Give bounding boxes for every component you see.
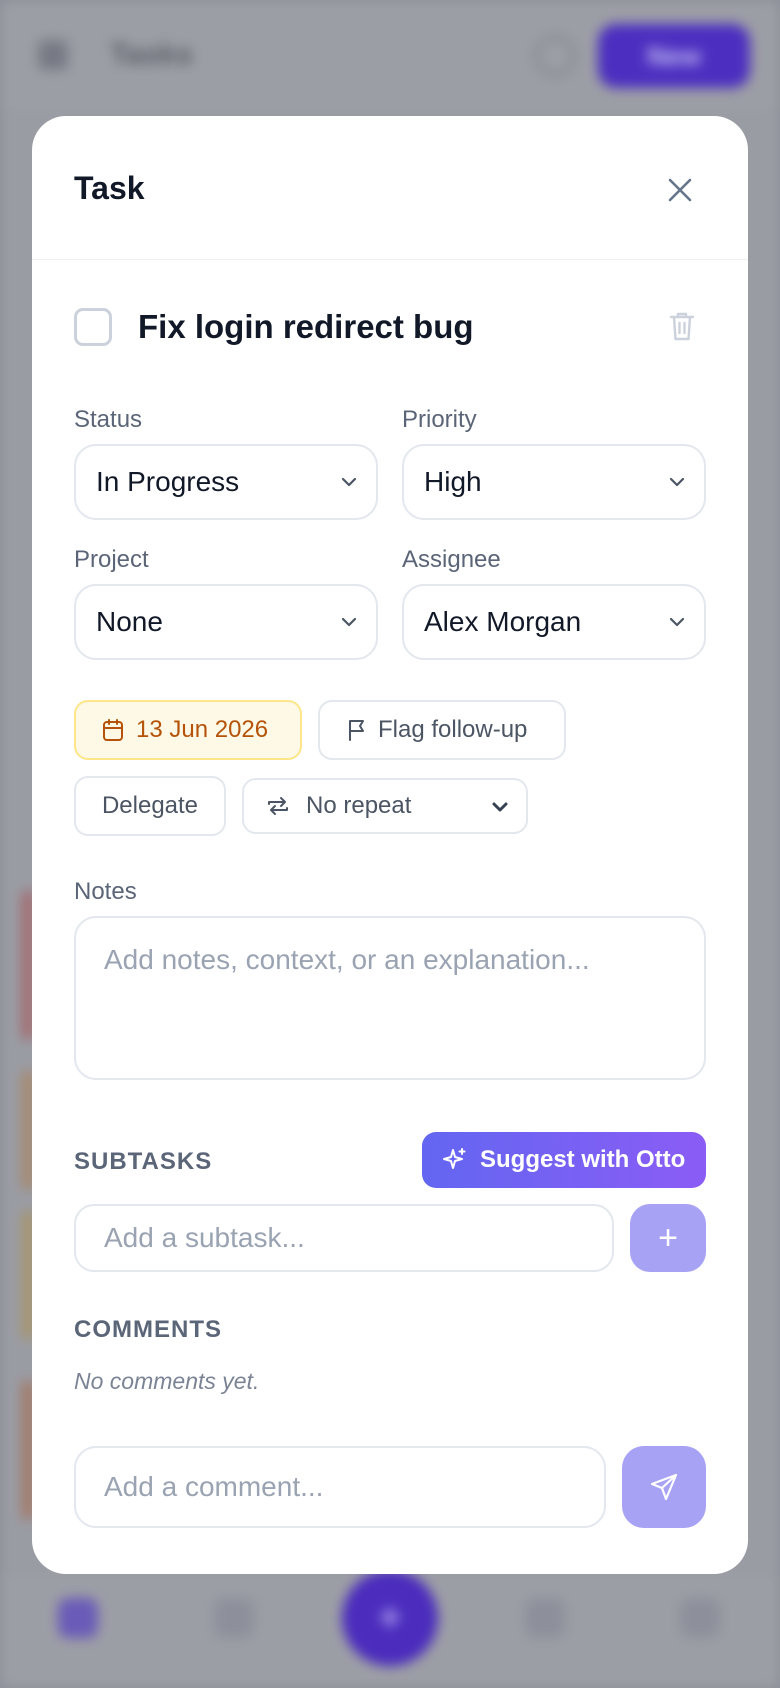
project-select[interactable]: None	[74, 584, 378, 660]
priority-label: Priority	[402, 406, 477, 433]
trash-icon	[669, 312, 695, 341]
chevron-down-icon	[341, 617, 357, 627]
project-label: Project	[74, 546, 149, 573]
task-name[interactable]: Fix login redirect bug	[138, 308, 474, 346]
chevron-down-icon	[492, 802, 508, 812]
status-label: Status	[74, 406, 143, 433]
notes-placeholder: Add notes, context, or an explanation...	[104, 944, 590, 975]
comment-placeholder: Add a comment...	[104, 1471, 324, 1502]
due-date-value: 13 Jun 2026	[136, 716, 269, 743]
menu-icon	[38, 40, 68, 70]
subtask-input[interactable]: Add a subtask...	[74, 1204, 614, 1272]
sparkle-icon	[443, 1148, 466, 1169]
delete-task-button[interactable]	[664, 306, 700, 346]
plus-icon: +	[658, 1218, 678, 1257]
task-modal: Task Fix login redirect bug Status Prior…	[32, 116, 748, 1574]
send-icon	[650, 1473, 678, 1501]
repeat-select[interactable]: No repeat	[242, 778, 528, 834]
new-task-label: New	[647, 40, 701, 71]
flag-icon	[349, 720, 364, 741]
notes-label: Notes	[74, 878, 137, 905]
assignee-label: Assignee	[402, 546, 501, 573]
notes-textarea[interactable]: Add notes, context, or an explanation...	[74, 916, 706, 1080]
close-icon	[668, 178, 692, 202]
calendar-icon	[103, 719, 123, 741]
background-title: Tasks	[110, 38, 193, 71]
chevron-down-icon	[669, 477, 685, 487]
flag-followup-label: Flag follow-up	[378, 716, 528, 743]
repeat-value: No repeat	[306, 792, 412, 819]
suggest-with-otto-button[interactable]: Suggest with Otto	[422, 1132, 706, 1188]
fab-add-icon: +	[342, 1570, 438, 1666]
add-subtask-button[interactable]: +	[630, 1204, 706, 1272]
no-comments-text: No comments yet.	[74, 1368, 260, 1394]
background-header: Tasks New	[0, 0, 780, 110]
subtasks-title: SUBTASKS	[74, 1148, 213, 1175]
send-comment-button[interactable]	[622, 1446, 706, 1528]
nav-home-icon	[58, 1598, 98, 1638]
project-value: None	[96, 606, 163, 637]
comments-title: COMMENTS	[74, 1316, 222, 1343]
assignee-select[interactable]: Alex Morgan	[402, 584, 706, 660]
modal-title: Task	[74, 170, 145, 206]
close-button[interactable]	[660, 170, 700, 210]
task-complete-checkbox[interactable]	[74, 308, 112, 346]
repeat-icon	[268, 797, 288, 815]
nav-settings-icon	[680, 1598, 720, 1638]
chevron-down-icon	[341, 477, 357, 487]
status-value: In Progress	[96, 466, 240, 497]
modal-header: Task	[32, 116, 748, 260]
assignee-value: Alex Morgan	[424, 606, 582, 637]
delegate-label: Delegate	[101, 792, 199, 819]
priority-value: High	[424, 466, 482, 497]
due-date-button[interactable]: 13 Jun 2026	[74, 700, 302, 760]
status-select[interactable]: In Progress	[74, 444, 378, 520]
nav-stats-icon	[525, 1598, 565, 1638]
comment-input[interactable]: Add a comment...	[74, 1446, 606, 1528]
subtask-placeholder: Add a subtask...	[104, 1222, 305, 1253]
suggest-label: Suggest with Otto	[480, 1146, 686, 1173]
new-task-button: New	[598, 24, 750, 88]
chevron-down-icon	[669, 617, 685, 627]
delegate-button[interactable]: Delegate	[74, 776, 226, 836]
avatar-icon	[535, 36, 575, 76]
flag-followup-button[interactable]: Flag follow-up	[318, 700, 566, 760]
priority-select[interactable]: High	[402, 444, 706, 520]
nav-calendar-icon	[214, 1598, 254, 1638]
